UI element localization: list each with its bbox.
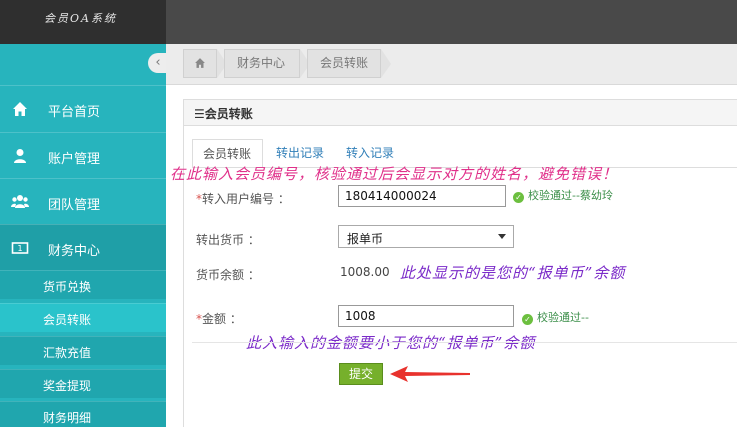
arrow-left-icon [390,366,470,382]
sidebar-subitem-currency-exchange[interactable]: 货币兑换 [0,270,166,299]
user-icon [14,149,26,163]
divider [192,342,737,343]
sidebar-subitem-member-transfer[interactable]: 会员转账 [0,303,166,332]
balance-label: 货币余额 ： [196,268,260,282]
check-icon: ✓ [513,192,524,203]
sidebar-item-finance[interactable]: 1 财务中心 [0,224,166,270]
amount-label-text: 金额 ： [202,312,242,326]
recipient-input[interactable]: 180414000024 [338,185,506,207]
amount-input[interactable]: 1008 [338,305,514,327]
sidebar-item-account[interactable]: 账户管理 [0,132,166,178]
currency-label: 转出货币 ： [196,233,260,247]
home-icon [195,58,205,68]
logo: 会员OA系统 [0,0,166,44]
list-icon: ☰ [194,107,205,121]
annotation-recipient: 在此输入会员编号，核验通过后会显示对方的姓名，避免错误！ [170,165,619,183]
sidebar-subitem-label: 奖金提现 [43,379,92,393]
home-icon [13,102,27,116]
chevron-down-icon [498,234,506,239]
submit-button[interactable]: 提交 [339,363,383,385]
panel-title: ☰会员转账 [194,105,253,122]
sidebar-item-home[interactable]: 平台首页 [0,85,166,131]
amount-status: ✓ 校验通过-- [522,309,589,325]
sidebar-item-team[interactable]: 团队管理 [0,178,166,224]
recipient-status: ✓ 校验通过--蔡幼玲 [513,187,613,203]
sidebar-item-label: 账户管理 [48,152,101,167]
breadcrumb-item-transfer: 会员转账 [307,49,381,78]
sidebar-subitem-label: 汇款充值 [43,346,92,360]
sidebar-subitem-remittance[interactable]: 汇款充值 [0,336,166,365]
recipient-label: *转入用户编号 ： [196,190,290,207]
sidebar-subitem-label: 财务明细 [43,411,92,425]
recipient-label-text: 转入用户编号 ： [202,192,290,206]
amount-status-text: 校验通过-- [537,311,589,324]
sidebar-subitem-label: 货币兑换 [43,280,92,294]
sidebar-collapse-button[interactable]: ‹ [148,53,168,73]
sidebar-subitem-label: 会员转账 [43,313,92,327]
breadcrumb-home[interactable] [183,49,217,78]
finance-icon: 1 [11,242,29,254]
sidebar-subitem-finance-detail[interactable]: 财务明细 [0,401,166,427]
sidebar-subitem-withdraw[interactable]: 奖金提现 [0,369,166,398]
panel-header: ☰会员转账 [184,100,737,126]
amount-label: *金额 ： [196,310,242,327]
sidebar-item-label: 团队管理 [48,198,101,213]
sidebar-item-label: 平台首页 [48,105,101,120]
breadcrumb-separator [381,49,391,78]
svg-text:1: 1 [17,244,22,253]
check-icon: ✓ [522,314,533,325]
app-title: 会员OA系统 [44,12,117,25]
sidebar-item-label: 财务中心 [48,244,101,259]
annotation-balance: 此处显示的是您的“报单币”余额 [400,264,626,282]
breadcrumb: 财务中心 会员转账 [166,44,737,85]
panel-title-text: 会员转账 [204,107,253,121]
sidebar: ‹ 平台首页 账户管理 团队管理 1 财务中心 货币兑换 会员转账 汇款充值 奖… [0,44,168,427]
currency-select-value: 报单币 [347,232,384,246]
balance-value: 1008.00 [340,265,390,279]
recipient-status-text: 校验通过--蔡幼玲 [528,189,613,202]
breadcrumb-item-finance[interactable]: 财务中心 [224,49,300,78]
currency-select[interactable]: 报单币 [338,225,514,248]
users-icon [11,195,29,208]
